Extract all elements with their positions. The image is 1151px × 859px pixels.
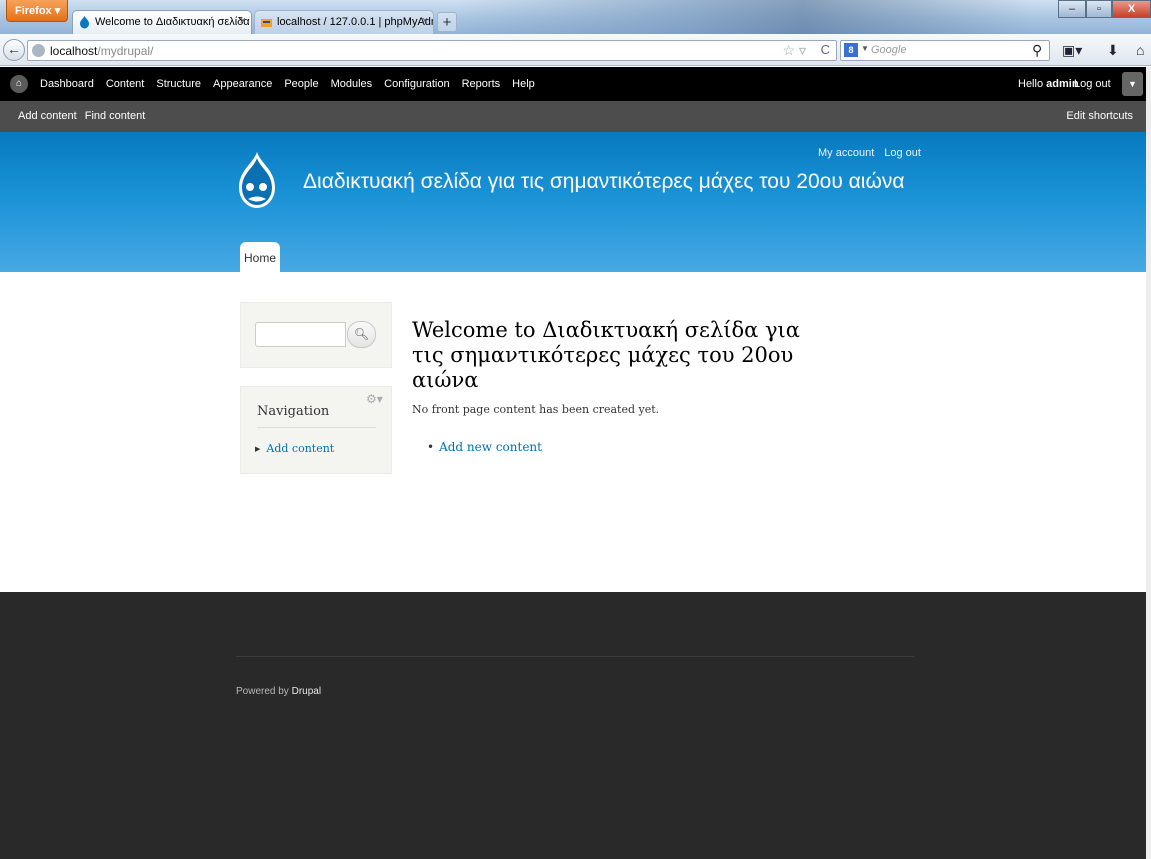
- chevron-right-icon: ▶: [255, 445, 261, 453]
- tab-label: localhost / 127.0.0.1 | phpMyAdmin 4...: [277, 16, 433, 28]
- tab-label: Welcome to Διαδικτυακή σελίδα για ...: [95, 16, 251, 28]
- bookmark-star-icon[interactable]: ☆ ▿: [783, 42, 806, 59]
- navigation-title: Navigation: [257, 404, 330, 419]
- gear-icon[interactable]: ⚙▾: [366, 392, 383, 406]
- downloads-icon[interactable]: ⬇: [1107, 42, 1119, 59]
- home-icon[interactable]: ⌂: [1136, 42, 1144, 58]
- reload-icon[interactable]: C: [821, 42, 830, 57]
- browser-search-box[interactable]: 8 ▼ Google: [840, 40, 1050, 61]
- drupal-logo-icon[interactable]: [237, 150, 277, 212]
- toolbar-item-help[interactable]: Help: [512, 78, 535, 90]
- toolbar-item-people[interactable]: People: [284, 78, 318, 90]
- firefox-menu-button[interactable]: Firefox ▾: [6, 0, 68, 22]
- site-footer: Powered by Drupal: [0, 592, 1146, 859]
- url-host: localhost: [50, 44, 98, 58]
- window-close-button[interactable]: X: [1112, 0, 1151, 18]
- toolbar-item-structure[interactable]: Structure: [156, 78, 201, 90]
- admin-toolbar: ⌂ Dashboard Content Structure Appearance…: [0, 67, 1151, 101]
- search-block: 🔍︎: [240, 302, 392, 368]
- titlebar-background: [455, 0, 1035, 34]
- navigation-block: Navigation ⚙▾ ▶ Add content: [240, 386, 392, 474]
- shortcut-find-content[interactable]: Find content: [85, 110, 146, 122]
- tab-close-icon[interactable]: ×: [240, 15, 246, 27]
- tab-close-icon[interactable]: ×: [422, 15, 428, 27]
- phpmyadmin-favicon-icon: [261, 19, 272, 27]
- site-name[interactable]: Διαδικτυακή σελίδα για τις σημαντικότερε…: [303, 170, 905, 194]
- tab-phpmyadmin[interactable]: localhost / 127.0.0.1 | phpMyAdmin 4... …: [254, 10, 434, 34]
- scrollbar[interactable]: [1146, 67, 1151, 859]
- powered-by-text: Powered by: [236, 686, 289, 697]
- add-new-content-label: Add new content: [439, 440, 542, 454]
- toolbar-item-configuration[interactable]: Configuration: [384, 78, 449, 90]
- bullet-icon: •: [427, 440, 435, 454]
- toolbar-drawer-toggle-icon[interactable]: ▼: [1122, 72, 1143, 96]
- new-tab-button[interactable]: +: [437, 12, 457, 32]
- shortcuts-list: Add content Find content: [18, 110, 145, 122]
- add-new-content-link[interactable]: • Add new content: [427, 440, 542, 454]
- drupal-favicon-icon: [80, 16, 89, 29]
- toolbar-greeting: Hello admin: [1018, 78, 1079, 90]
- browser-titlebar: Firefox ▾ Welcome to Διαδικτυακή σελίδα …: [0, 0, 1151, 34]
- search-placeholder: Google: [871, 44, 907, 56]
- site-identity-icon[interactable]: [32, 44, 45, 57]
- shortcuts-bar: Add content Find content Edit shortcuts: [0, 101, 1151, 132]
- my-account-link[interactable]: My account: [818, 147, 874, 159]
- bookmarks-icon[interactable]: ▣▾: [1062, 42, 1082, 59]
- page-title: Welcome to Διαδικτυακή σελίδα για τις ση…: [412, 318, 800, 392]
- window-maximize-button[interactable]: ▫: [1086, 0, 1112, 18]
- secondary-logout-link[interactable]: Log out: [884, 147, 921, 159]
- divider: [257, 427, 376, 428]
- drupal-link[interactable]: Drupal: [292, 686, 321, 697]
- home-icon[interactable]: ⌂: [10, 75, 28, 93]
- url-path: /mydrupal/: [97, 44, 154, 58]
- empty-message: No front page content has been created y…: [412, 403, 660, 416]
- url-text: localhost/mydrupal/: [50, 44, 153, 58]
- chevron-down-icon: ▼: [861, 44, 869, 53]
- search-engine-icon[interactable]: 8: [844, 43, 858, 57]
- url-bar[interactable]: localhost/mydrupal/ ☆ ▿ C: [27, 40, 837, 61]
- toolbar-item-modules[interactable]: Modules: [331, 78, 373, 90]
- toolbar-item-appearance[interactable]: Appearance: [213, 78, 272, 90]
- window-minimize-button[interactable]: –: [1058, 0, 1086, 18]
- back-arrow-icon[interactable]: ←: [3, 39, 25, 61]
- powered-by: Powered by Drupal: [236, 686, 321, 697]
- greeting-text: Hello: [1018, 78, 1044, 90]
- tab-welcome[interactable]: Welcome to Διαδικτυακή σελίδα για ... ×: [72, 10, 252, 34]
- browser-navbar: ← localhost/mydrupal/ ☆ ▿ C 8 ▼ Google ⚲…: [0, 34, 1151, 66]
- nav-item-add-content[interactable]: ▶ Add content: [255, 442, 334, 455]
- toolbar-logout-link[interactable]: Log out: [1074, 78, 1111, 90]
- search-icon[interactable]: 🔍︎: [347, 321, 376, 348]
- toolbar-item-content[interactable]: Content: [106, 78, 145, 90]
- secondary-menu: My account Log out: [818, 147, 921, 159]
- nav-item-label: Add content: [266, 442, 335, 455]
- toolbar-item-reports[interactable]: Reports: [462, 78, 501, 90]
- shortcut-add-content[interactable]: Add content: [18, 110, 77, 122]
- site-header: My account Log out Διαδικτυακή σελίδα γι…: [0, 132, 1151, 272]
- edit-shortcuts-link[interactable]: Edit shortcuts: [1066, 110, 1133, 122]
- toolbar-item-dashboard[interactable]: Dashboard: [40, 78, 94, 90]
- tab-home[interactable]: Home: [240, 242, 280, 272]
- firefox-menu-label: Firefox: [15, 5, 52, 17]
- search-input[interactable]: [255, 322, 346, 347]
- toolbar-menu: Dashboard Content Structure Appearance P…: [40, 78, 535, 90]
- footer-divider: [236, 656, 914, 657]
- search-magnifier-icon[interactable]: ⚲: [1032, 42, 1042, 59]
